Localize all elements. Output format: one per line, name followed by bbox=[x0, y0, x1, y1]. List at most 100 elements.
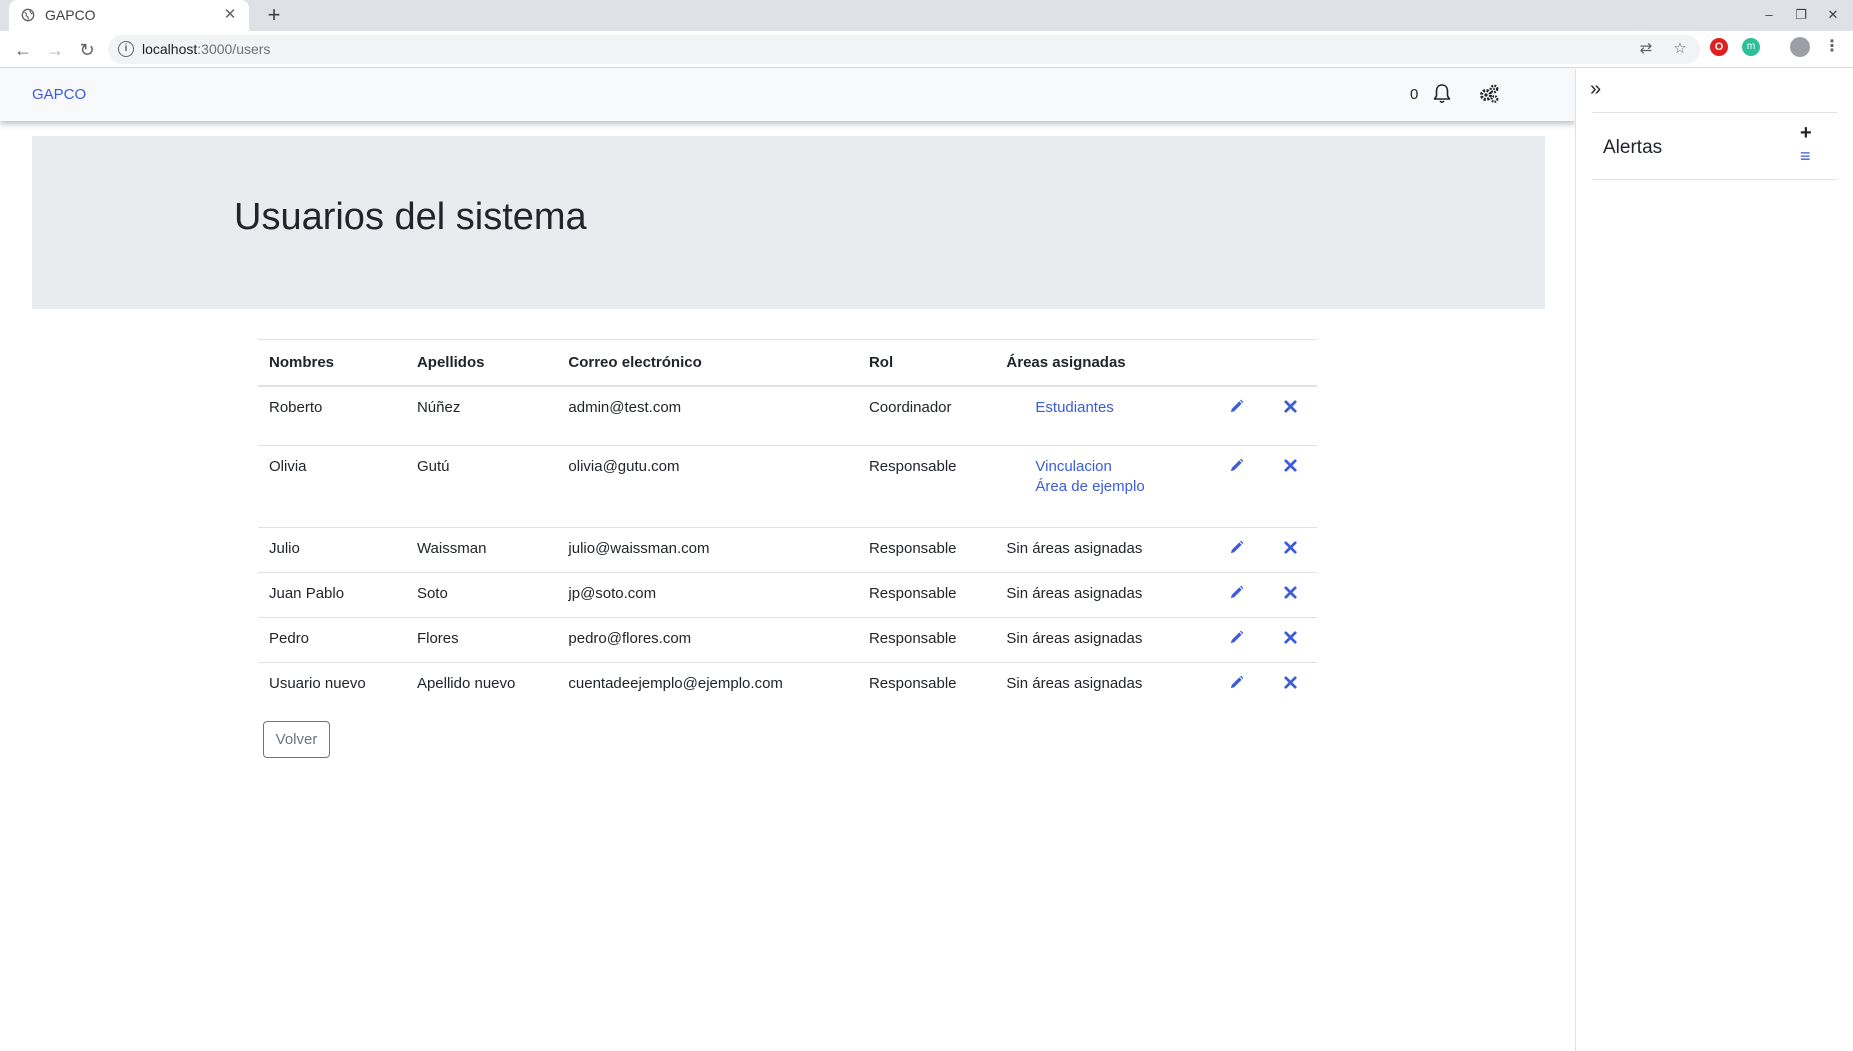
delete-x-icon[interactable] bbox=[1283, 540, 1298, 555]
extension-m-icon[interactable]: m bbox=[1742, 38, 1760, 56]
header-nombres: Nombres bbox=[258, 339, 406, 387]
edit-cell bbox=[1209, 527, 1264, 573]
pencil-icon[interactable] bbox=[1229, 630, 1244, 645]
cell-nombres: Olivia bbox=[258, 445, 406, 528]
browser-toolbar: ← → ↻ i localhost:3000/users ⇄ ☆ O m ⋮ bbox=[0, 31, 1853, 68]
delete-x-icon[interactable] bbox=[1283, 585, 1298, 600]
globe-icon bbox=[21, 8, 35, 22]
address-bar[interactable]: i localhost:3000/users ⇄ ☆ bbox=[108, 35, 1700, 64]
add-alert-icon[interactable]: + bbox=[1800, 123, 1812, 143]
omnibox-actions: ⇄ ☆ bbox=[1636, 39, 1690, 59]
table-row: Olivia Gutú olivia@gutu.com Responsable … bbox=[258, 445, 1317, 528]
cell-nombres: Juan Pablo bbox=[258, 572, 406, 618]
cell-rol: Responsable bbox=[857, 527, 996, 573]
browser-tab-strip: GAPCO ✕ + – ❐ ✕ bbox=[0, 0, 1853, 31]
area-link[interactable]: Vinculacion bbox=[1035, 456, 1198, 478]
cell-areas: Sin áreas asignadas bbox=[995, 617, 1210, 663]
cell-correo: cuentadeejemplo@ejemplo.com bbox=[557, 662, 858, 708]
minimize-icon[interactable]: – bbox=[1755, 4, 1783, 26]
area-link[interactable]: Área de ejemplo bbox=[1035, 476, 1198, 498]
cell-nombres: Roberto bbox=[269, 398, 323, 416]
reload-icon[interactable]: ↻ bbox=[74, 37, 100, 63]
delete-cell bbox=[1263, 617, 1317, 663]
url-text[interactable]: localhost:3000/users bbox=[142, 41, 270, 57]
alerts-sidebar: » Alertas + ≡ bbox=[1575, 69, 1853, 1051]
app-navbar: GAPCO 0 bbox=[0, 69, 1575, 121]
delete-x-icon[interactable] bbox=[1283, 458, 1298, 473]
browser-tab[interactable]: GAPCO ✕ bbox=[9, 0, 249, 31]
translate-icon[interactable]: ⇄ bbox=[1636, 39, 1656, 59]
table-header-row: Nombres Apellidos Correo electrónico Rol… bbox=[258, 339, 1317, 387]
delete-x-icon[interactable] bbox=[1283, 675, 1298, 690]
cell-rol: Responsable bbox=[857, 445, 996, 528]
pencil-icon[interactable] bbox=[1229, 675, 1244, 690]
tab-title: GAPCO bbox=[45, 7, 96, 23]
window-controls: – ❐ ✕ bbox=[1755, 4, 1847, 26]
delete-x-icon[interactable] bbox=[1283, 630, 1298, 645]
cell-apellidos: Soto bbox=[405, 572, 558, 618]
close-tab-icon[interactable]: ✕ bbox=[221, 6, 239, 24]
edit-cell bbox=[1210, 386, 1264, 446]
divider bbox=[1592, 179, 1837, 180]
cell-rol: Coordinador bbox=[868, 398, 952, 416]
notification-count: 0 bbox=[1410, 86, 1419, 103]
back-button[interactable]: Volver bbox=[263, 721, 330, 758]
new-tab-button[interactable]: + bbox=[262, 3, 286, 27]
gears-icon[interactable] bbox=[1478, 83, 1500, 105]
edit-cell bbox=[1209, 662, 1264, 708]
table-row: Pedro Flores pedro@flores.com Responsabl… bbox=[258, 617, 1317, 663]
back-arrow-icon[interactable]: ← bbox=[10, 37, 36, 63]
header-rol: Rol bbox=[857, 339, 996, 387]
opera-extension-icon[interactable]: O bbox=[1710, 38, 1728, 56]
star-icon[interactable]: ☆ bbox=[1670, 39, 1690, 59]
table-row: Usuario nuevo Apellido nuevo cuentadeeje… bbox=[258, 662, 1317, 708]
pencil-icon[interactable] bbox=[1229, 399, 1244, 414]
cell-apellidos: Flores bbox=[405, 617, 558, 663]
area-link[interactable]: Estudiantes bbox=[1035, 397, 1198, 419]
pencil-icon[interactable] bbox=[1229, 585, 1244, 600]
alerts-title: Alertas bbox=[1603, 137, 1663, 158]
cell-nombres: Pedro bbox=[258, 617, 406, 663]
extension-icons: O m ⋮ bbox=[1710, 37, 1840, 57]
restore-icon[interactable]: ❐ bbox=[1787, 4, 1815, 26]
cell-nombres: Julio bbox=[258, 527, 406, 573]
table-row: Roberto Núñez admin@test.com Coordinador… bbox=[258, 386, 1317, 446]
header-areas: Áreas asignadas bbox=[995, 339, 1210, 387]
delete-cell bbox=[1263, 445, 1317, 528]
delete-cell bbox=[1263, 527, 1317, 573]
header-delete bbox=[1263, 339, 1317, 387]
cell-nombres: Usuario nuevo bbox=[258, 662, 406, 708]
delete-cell bbox=[1263, 662, 1317, 708]
profile-avatar[interactable] bbox=[1790, 37, 1810, 57]
cell-correo: olivia@gutu.com bbox=[557, 445, 858, 528]
page-title: Usuarios del sistema bbox=[234, 196, 587, 238]
cell-areas: Sin áreas asignadas bbox=[995, 662, 1210, 708]
cell-rol: Responsable bbox=[857, 572, 996, 618]
forward-arrow-icon[interactable]: → bbox=[42, 37, 68, 63]
site-info-icon[interactable]: i bbox=[118, 41, 134, 57]
delete-cell bbox=[1263, 386, 1317, 446]
cell-apellidos: Gutú bbox=[405, 445, 558, 528]
cell-areas: Sin áreas asignadas bbox=[995, 527, 1210, 573]
cell-correo: pedro@flores.com bbox=[557, 617, 858, 663]
cell-correo: jp@soto.com bbox=[557, 572, 858, 618]
cell-areas: Vinculacion Área de ejemplo bbox=[995, 445, 1210, 528]
cell-areas: Estudiantes bbox=[995, 386, 1209, 446]
close-window-icon[interactable]: ✕ bbox=[1819, 4, 1847, 26]
cell-correo: julio@waissman.com bbox=[557, 527, 858, 573]
pencil-icon[interactable] bbox=[1229, 540, 1244, 555]
list-icon[interactable]: ≡ bbox=[1800, 147, 1811, 165]
brand-link[interactable]: GAPCO bbox=[32, 86, 86, 103]
bell-icon[interactable] bbox=[1432, 83, 1452, 105]
edit-cell bbox=[1209, 445, 1264, 528]
pencil-icon[interactable] bbox=[1229, 458, 1244, 473]
browser-menu-icon[interactable]: ⋮ bbox=[1824, 37, 1840, 57]
header-correo: Correo electrónico bbox=[557, 339, 858, 387]
cell-rol: Responsable bbox=[857, 662, 996, 708]
delete-cell bbox=[1263, 572, 1317, 618]
cell-apellidos: Waissman bbox=[405, 527, 558, 573]
cell-apellidos: Apellido nuevo bbox=[405, 662, 558, 708]
collapse-sidebar-icon[interactable]: » bbox=[1590, 79, 1601, 99]
delete-x-icon[interactable] bbox=[1283, 399, 1298, 414]
cell-apellidos: Núñez bbox=[416, 398, 461, 416]
